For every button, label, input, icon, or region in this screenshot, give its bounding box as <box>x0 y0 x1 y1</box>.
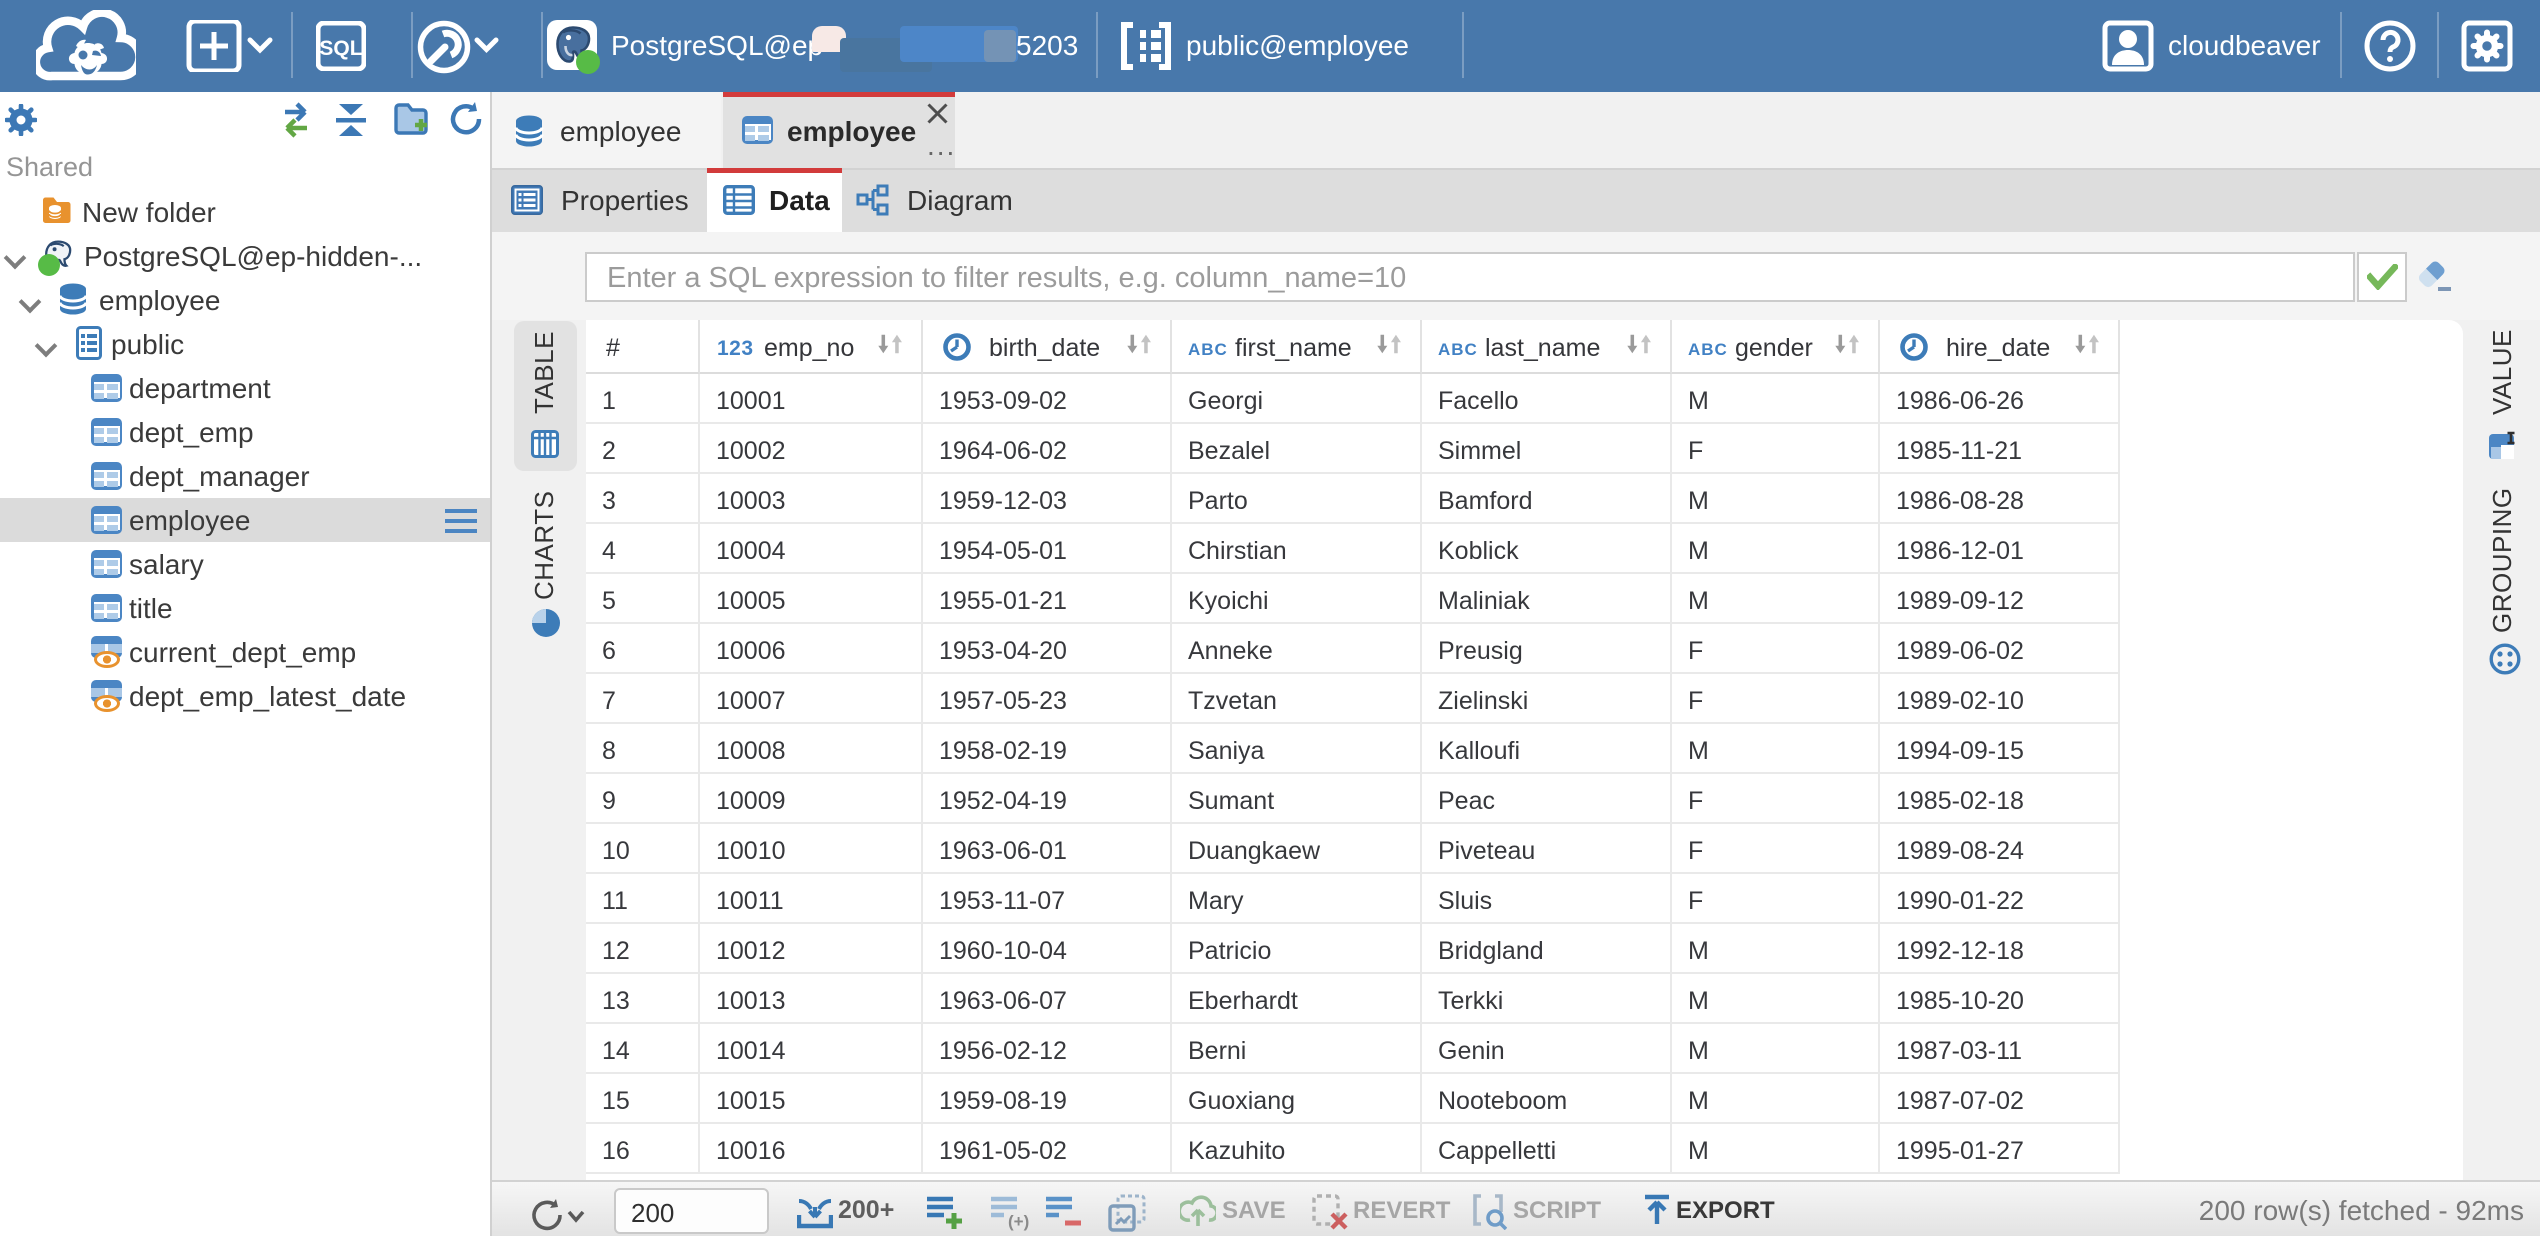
svg-text:(+): (+) <box>1008 1212 1029 1231</box>
svg-text:SQL: SQL <box>319 37 362 60</box>
